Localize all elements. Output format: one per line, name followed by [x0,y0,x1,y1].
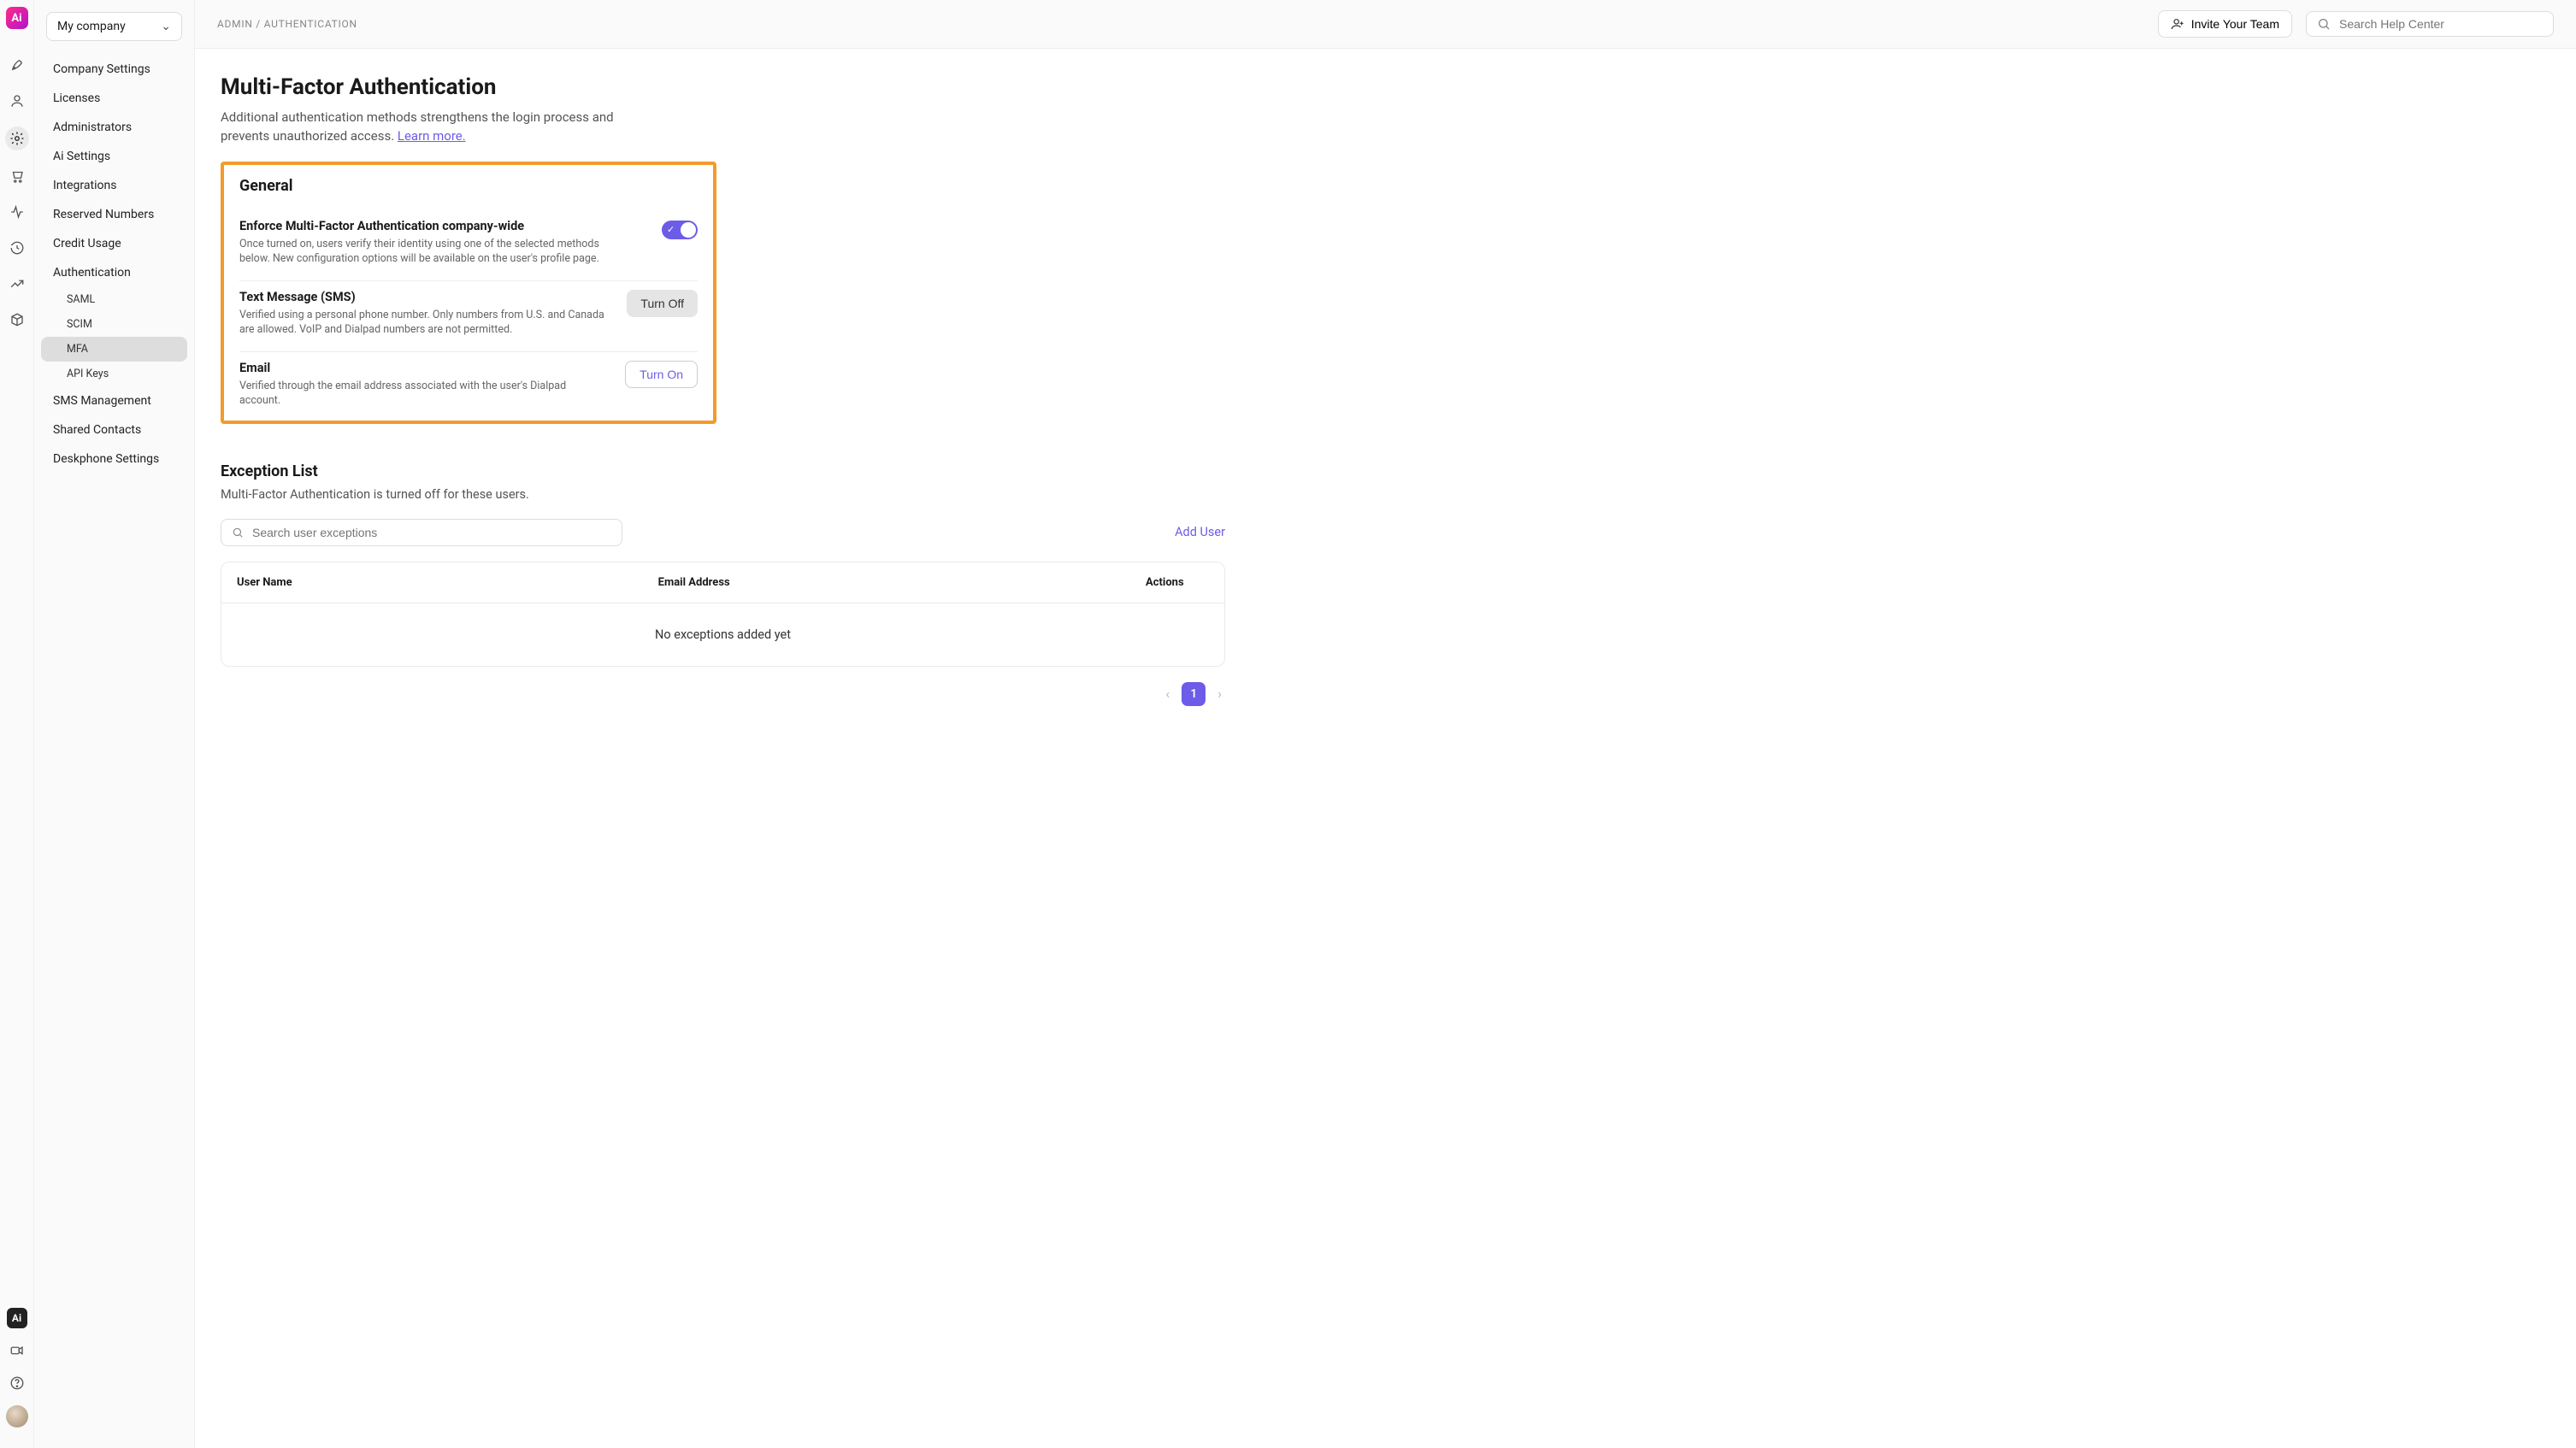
setting-email: Email Verified through the email address… [239,352,698,414]
email-turn-on-button[interactable]: Turn On [625,361,698,388]
sidebar-sub-scim[interactable]: SCIM [41,312,187,337]
package-icon[interactable] [7,309,27,330]
sidebar-item-company-settings[interactable]: Company Settings [41,55,187,84]
page-description: Additional authentication methods streng… [221,109,631,146]
check-icon: ✓ [667,224,675,235]
exception-search[interactable] [221,519,622,546]
sidebar-item-deskphone-settings[interactable]: Deskphone Settings [41,444,187,474]
search-icon [232,527,244,539]
avatar[interactable] [6,1405,28,1427]
email-title: Email [239,361,608,375]
video-icon[interactable] [7,1340,27,1361]
user-icon[interactable] [7,91,27,111]
sidebar-item-sms-management[interactable]: SMS Management [41,386,187,415]
sidebar-item-integrations[interactable]: Integrations [41,171,187,200]
table-header: User Name Email Address Actions [221,562,1224,603]
sidebar-item-credit-usage[interactable]: Credit Usage [41,229,187,258]
enforce-title: Enforce Multi-Factor Authentication comp… [239,219,645,233]
col-email: Email Address [643,562,1130,603]
sidebar-sub-saml[interactable]: SAML [41,287,187,312]
col-user-name: User Name [221,562,643,603]
search-icon [2317,17,2331,31]
sidebar: My company ⌄ Company Settings Licenses A… [34,0,195,1448]
user-plus-icon [2171,17,2184,31]
pagination: ‹ 1 › [221,682,1225,706]
brand-logo[interactable]: Ai [6,7,28,29]
activity-icon[interactable] [7,202,27,222]
rocket-icon[interactable] [7,55,27,75]
invite-label: Invite Your Team [2191,17,2279,31]
setting-enforce-mfa: Enforce Multi-Factor Authentication comp… [239,210,698,281]
col-actions: Actions [1130,562,1224,603]
sidebar-sub-mfa[interactable]: MFA [41,337,187,362]
sidebar-item-ai-settings[interactable]: Ai Settings [41,142,187,171]
chevron-down-icon: ⌄ [161,20,171,33]
page-prev[interactable]: ‹ [1162,682,1173,705]
email-desc: Verified through the email address assoc… [239,379,608,409]
help-search-input[interactable] [2339,17,2543,31]
gear-icon[interactable] [5,127,29,150]
page-current[interactable]: 1 [1182,682,1205,706]
help-icon[interactable] [7,1373,27,1393]
help-search[interactable] [2306,11,2554,37]
sidebar-item-shared-contacts[interactable]: Shared Contacts [41,415,187,444]
sidebar-sub-api-keys[interactable]: API Keys [41,362,187,386]
sidebar-item-administrators[interactable]: Administrators [41,113,187,142]
icon-rail: Ai Ai [0,0,34,1448]
learn-more-link[interactable]: Learn more. [398,128,466,144]
general-heading: General [239,177,698,195]
toggle-knob [681,222,696,238]
company-selector[interactable]: My company ⌄ [46,12,182,41]
main: ADMIN / AUTHENTICATION Invite Your Team … [195,0,2576,1448]
app-square-icon[interactable]: Ai [7,1308,27,1328]
page-next[interactable]: › [1214,682,1225,705]
sms-turn-off-button[interactable]: Turn Off [627,290,698,317]
cart-icon[interactable] [7,166,27,186]
trending-icon[interactable] [7,274,27,294]
setting-sms: Text Message (SMS) Verified using a pers… [239,281,698,352]
sidebar-item-licenses[interactable]: Licenses [41,84,187,113]
sms-desc: Verified using a personal phone number. … [239,308,610,338]
table-empty-state: No exceptions added yet [221,603,1224,666]
topbar: ADMIN / AUTHENTICATION Invite Your Team [195,0,2576,49]
history-icon[interactable] [7,238,27,258]
invite-team-button[interactable]: Invite Your Team [2158,10,2292,38]
exception-description: Multi-Factor Authentication is turned of… [221,487,1225,502]
sidebar-item-reserved-numbers[interactable]: Reserved Numbers [41,200,187,229]
sms-title: Text Message (SMS) [239,290,610,304]
company-name: My company [57,20,126,33]
general-card: General Enforce Multi-Factor Authenticat… [221,162,716,424]
enforce-desc: Once turned on, users verify their ident… [239,237,616,267]
exception-search-input[interactable] [252,526,611,539]
add-user-link[interactable]: Add User [1175,525,1225,539]
breadcrumb: ADMIN / AUTHENTICATION [217,18,357,30]
page-title: Multi-Factor Authentication [221,74,1225,100]
sidebar-item-authentication[interactable]: Authentication [41,258,187,287]
enforce-toggle[interactable]: ✓ [662,221,698,239]
exception-heading: Exception List [221,462,1225,480]
exception-table: User Name Email Address Actions No excep… [221,562,1225,667]
brand-initial: Ai [11,12,21,25]
